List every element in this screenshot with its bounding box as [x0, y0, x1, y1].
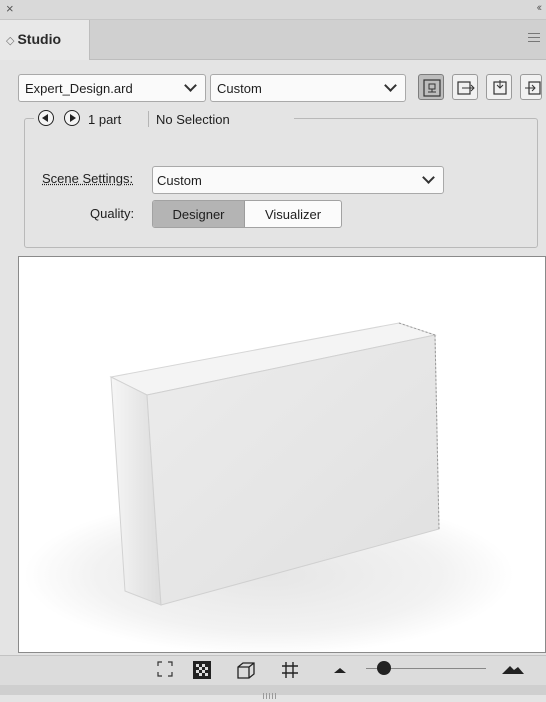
quality-visualizer-label: Visualizer	[264, 207, 322, 222]
view-mode-1-icon	[423, 79, 441, 97]
quality-designer-button[interactable]: Designer	[153, 201, 245, 227]
arrow-left-icon	[42, 114, 48, 122]
rendered-box-image	[24, 322, 514, 655]
view-mode-2-icon	[457, 81, 475, 95]
preset-select-value: Custom	[217, 81, 262, 96]
part-count: 1 part	[88, 112, 122, 127]
quality-designer-label: Designer	[172, 207, 225, 222]
next-part-button[interactable]	[64, 110, 80, 126]
file-select[interactable]: Expert_Design.ard	[18, 74, 206, 102]
view-mode-3-button[interactable]	[486, 74, 512, 100]
tab-bar: ◇ Studio	[0, 20, 546, 60]
view-mode-2-button[interactable]	[452, 74, 478, 100]
resize-grip-icon[interactable]	[263, 687, 283, 699]
hamburger-menu-icon[interactable]	[528, 33, 540, 45]
grid-icon[interactable]	[280, 660, 300, 680]
chevron-down-icon	[184, 79, 197, 92]
view-mode-1-button[interactable]	[418, 74, 444, 100]
checkerboard-icon[interactable]	[192, 660, 212, 680]
arrow-right-icon	[70, 114, 76, 122]
view-mode-4-icon	[525, 81, 541, 95]
render-viewport[interactable]	[18, 256, 546, 655]
bottom-toolbar	[0, 655, 546, 685]
chevron-down-icon	[422, 171, 435, 184]
small-mountain-icon[interactable]	[330, 660, 350, 680]
view-mode-3-icon	[493, 80, 507, 95]
panel-title-bar: × ‹‹	[0, 0, 546, 20]
zoom-slider-thumb[interactable]	[377, 661, 391, 675]
scene-settings-label: Scene Settings:	[42, 171, 134, 186]
preset-select[interactable]: Custom	[210, 74, 406, 102]
box-view-icon[interactable]	[236, 660, 256, 680]
file-select-value: Expert_Design.ard	[25, 81, 133, 96]
tab-studio[interactable]: ◇ Studio	[0, 20, 90, 60]
large-mountain-icon[interactable]	[500, 660, 526, 680]
divider	[148, 111, 149, 127]
close-panel-icon[interactable]: ×	[6, 2, 14, 16]
scene-settings-value: Custom	[157, 173, 202, 188]
tab-studio-label: Studio	[17, 31, 62, 47]
quality-visualizer-button[interactable]: Visualizer	[245, 201, 341, 227]
view-mode-4-button[interactable]	[520, 74, 542, 100]
fit-view-icon[interactable]	[156, 660, 176, 680]
tab-studio-icon: ◇	[6, 35, 15, 47]
chevron-down-icon	[384, 79, 397, 92]
selection-status: No Selection	[156, 112, 230, 127]
collapse-panel-icon[interactable]: ‹‹	[537, 2, 543, 14]
scene-settings-select[interactable]: Custom	[152, 166, 444, 194]
quality-segmented-control: Designer Visualizer	[152, 200, 342, 228]
previous-part-button[interactable]	[38, 110, 54, 126]
quality-label: Quality:	[90, 206, 135, 221]
